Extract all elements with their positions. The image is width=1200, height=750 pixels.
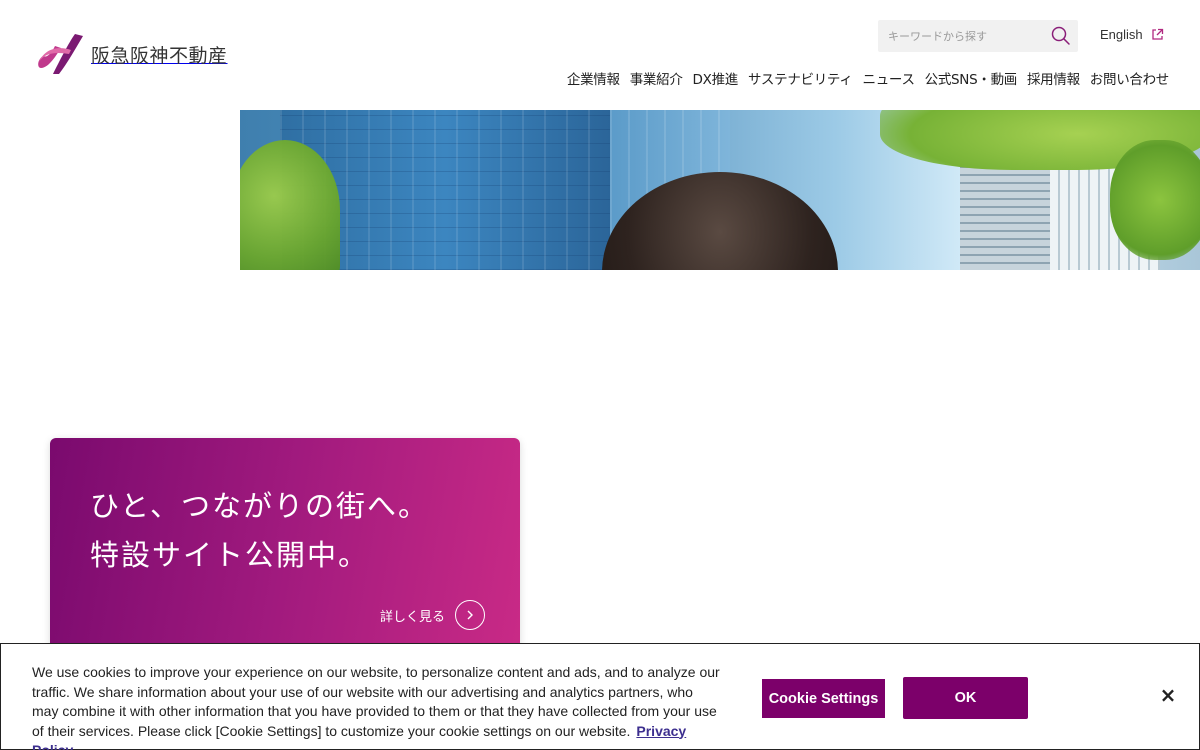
- search-input[interactable]: [878, 20, 1046, 52]
- external-link-icon: [1151, 28, 1163, 40]
- hero-image: [240, 110, 1200, 270]
- cookie-settings-button[interactable]: Cookie Settings: [762, 679, 885, 718]
- search-box: [878, 20, 1078, 52]
- cookie-text-block: We use cookies to improve your experienc…: [32, 663, 722, 750]
- close-icon[interactable]: ×: [1156, 683, 1180, 707]
- search-button[interactable]: [1050, 25, 1072, 47]
- hero-tree-right: [1110, 140, 1200, 260]
- logo-text: 阪急阪神不動産: [91, 44, 228, 67]
- promo-more-label: 詳しく見る: [380, 609, 446, 625]
- nav-item-sns-video[interactable]: 公式SNS・動画: [920, 68, 1022, 88]
- promo-more-circle: [455, 600, 486, 630]
- cookie-ok-button[interactable]: OK: [903, 677, 1028, 719]
- language-link-english[interactable]: English: [1100, 27, 1164, 42]
- search-icon: [1051, 26, 1070, 45]
- nav-item-recruit[interactable]: 採用情報: [1022, 68, 1085, 88]
- promo-more-link[interactable]: 詳しく見る: [380, 600, 486, 630]
- global-nav: 企業情報 事業紹介 DX推進 サステナビリティ ニュース 公式SNS・動画 採用…: [562, 68, 1174, 88]
- nav-item-dx[interactable]: DX推進: [688, 68, 743, 88]
- nav-item-contact[interactable]: お問い合わせ: [1085, 68, 1174, 88]
- nav-item-news[interactable]: ニュース: [858, 68, 920, 88]
- language-link-label: English: [1100, 27, 1143, 42]
- promo-title-line-2: 特設サイト公開中。: [90, 538, 370, 572]
- nav-item-sustainability[interactable]: サステナビリティ: [743, 68, 858, 88]
- nav-item-company[interactable]: 企業情報: [562, 68, 625, 88]
- nav-item-business[interactable]: 事業紹介: [625, 68, 688, 88]
- site-logo[interactable]: 阪急阪神不動産: [35, 32, 228, 76]
- cookie-text: We use cookies to improve your experienc…: [32, 664, 720, 739]
- promo-title-line-1: ひと、つながりの街へ。: [90, 489, 429, 523]
- logo-mark-icon: [38, 34, 83, 74]
- hero-building-right-1: [960, 155, 1050, 270]
- cookie-banner: We use cookies to improve your experienc…: [0, 643, 1200, 750]
- promo-title: ひと、つながりの街へ。 特設サイト公開中。: [90, 482, 429, 580]
- promo-card[interactable]: ひと、つながりの街へ。 特設サイト公開中。 詳しく見る: [50, 438, 520, 658]
- chevron-right-icon: [467, 610, 474, 620]
